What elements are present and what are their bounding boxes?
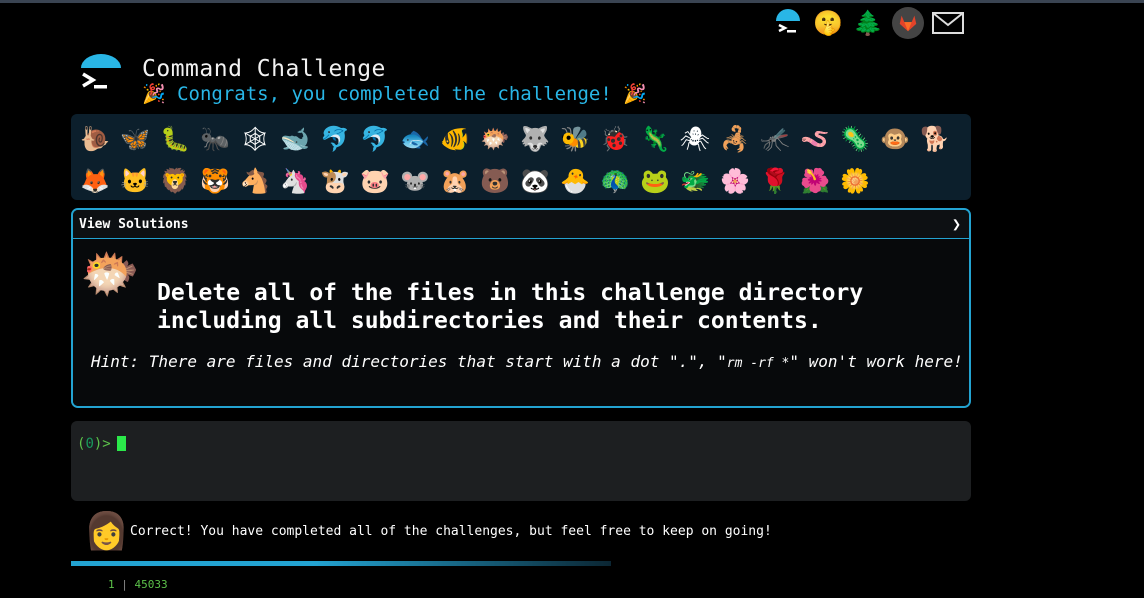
chevron-right-icon: ❯ [951,215,961,233]
animal-badge-icon[interactable]: 🐺 [515,118,555,160]
animal-badge-icon[interactable]: 🐴 [235,160,275,202]
animal-badge-icon[interactable]: 🐠 [435,118,475,160]
hint-suffix: " won't work here! [789,352,963,371]
animal-badge-icon[interactable]: 🦎 [635,118,675,160]
animal-badge-icon[interactable]: 🦋 [115,118,155,160]
animal-badge-icon[interactable]: 🐞 [595,118,635,160]
terminal-cursor [116,436,126,451]
animal-badge-icon[interactable]: 🦟 [755,118,795,160]
page-title: Command Challenge [142,56,386,82]
footer-count: 1 [108,578,115,591]
animal-badge-icon[interactable]: 🐌 [75,118,115,160]
animal-badge-icon[interactable]: 🐝 [555,118,595,160]
view-solutions-toggle[interactable]: View Solutions ❯ [73,210,969,239]
gitlab-icon[interactable] [892,7,924,39]
top-border [0,0,1144,3]
hint-code: rm -rf * [726,356,790,371]
challenge-body: 🐡 Delete all of the files in this challe… [73,239,969,406]
animal-badge-icon[interactable]: 🐬 [355,118,395,160]
animal-badge-icon[interactable]: 🌸 [715,160,755,202]
person-icon: 👩 [84,511,129,552]
animal-badge-icon[interactable]: 🦄 [275,160,315,202]
animal-badge-icon[interactable]: 🐡 [475,118,515,160]
mail-icon[interactable] [932,7,964,39]
view-solutions-label: View Solutions [79,216,189,232]
animal-badge-icon[interactable]: 🐛 [155,118,195,160]
animal-badge-icon[interactable]: 🐋 [275,118,315,160]
top-nav: 🤫 🌲 [772,5,972,41]
animal-badge-icon[interactable]: 🦁 [155,160,195,202]
congrats-message: 🎉 Congrats, you completed the challenge!… [142,83,647,105]
animal-badge-icon[interactable]: 🌼 [835,160,875,202]
footer-separator: | [121,578,128,591]
animal-badge-icon[interactable]: 🕸 [235,118,275,160]
animal-badge-icon[interactable]: 🐷 [355,160,395,202]
result-text: Correct! You have completed all of the c… [130,523,772,539]
animal-badge-icon[interactable]: 🐕 [915,118,955,160]
pufferfish-icon: 🐡 [80,246,140,302]
animal-badges: 🐌 🦋 🐛 🐜 🕸 🐋 🐬 🐬 🐟 🐠 🐡 🐺 🐝 🐞 🦎 🕷 🦂 🦟 🪱 🦠 🐵 🐕 🦊 🐱 🦁 🐯 🐴 🦄 🐮 🐷 🐭 🐹 🐻 🐼 🐣 🦚 🐸 🐲 🌸 🌹… [71,114,971,200]
animal-badge-icon[interactable]: 🐸 [635,160,675,202]
animal-badge-icon[interactable]: 🦚 [595,160,635,202]
shushing-face-icon[interactable]: 🤫 [812,7,844,39]
result-message: 👩 Correct! You have completed all of the… [84,510,772,552]
prompt-exit-code: 0 [85,436,94,452]
animal-badge-icon[interactable]: 🦊 [75,160,115,202]
logo-icon [78,52,124,98]
solutions-panel: View Solutions ❯ 🐡 Delete all of the fil… [71,208,971,408]
animal-badge-icon[interactable]: 🐱 [115,160,155,202]
progress-bar [71,561,611,566]
animal-badge-icon[interactable]: 🐼 [515,160,555,202]
challenge-description: Delete all of the files in this challeng… [157,280,864,334]
animal-badge-icon[interactable]: 🌺 [795,160,835,202]
animal-badge-icon[interactable]: 🦂 [715,118,755,160]
animal-badge-icon[interactable]: 🐹 [435,160,475,202]
animal-badge-icon[interactable]: 🐵 [875,118,915,160]
terminal-input[interactable]: (0)> [71,421,971,501]
animal-badge-icon[interactable]: 🐬 [315,118,355,160]
hint-prefix: Hint: There are files and directories th… [91,352,727,371]
terminal-umbrella-icon[interactable] [772,7,804,39]
animal-badge-icon[interactable]: 🪱 [795,118,835,160]
animal-badge-icon[interactable]: 🕷 [675,118,715,160]
animal-badge-icon[interactable]: 🐯 [195,160,235,202]
tree-icon[interactable]: 🌲 [852,7,884,39]
animal-badge-icon[interactable]: 🦠 [835,118,875,160]
animal-badge-icon[interactable]: 🐟 [395,118,435,160]
footer-value: 45033 [134,578,168,591]
animal-badge-icon[interactable]: 🐲 [675,160,715,202]
animal-badge-icon[interactable]: 🐭 [395,160,435,202]
animal-badge-icon[interactable]: 🐮 [315,160,355,202]
animal-badge-icon[interactable]: 🐜 [195,118,235,160]
prompt-close: )> [93,436,111,452]
animal-badge-icon[interactable]: 🐻 [475,160,515,202]
animal-badge-icon[interactable]: 🌹 [755,160,795,202]
footer-stats: 1 | 45033 [108,578,168,591]
animal-badge-icon[interactable]: 🐣 [555,160,595,202]
challenge-hint: Hint: There are files and directories th… [91,352,963,371]
